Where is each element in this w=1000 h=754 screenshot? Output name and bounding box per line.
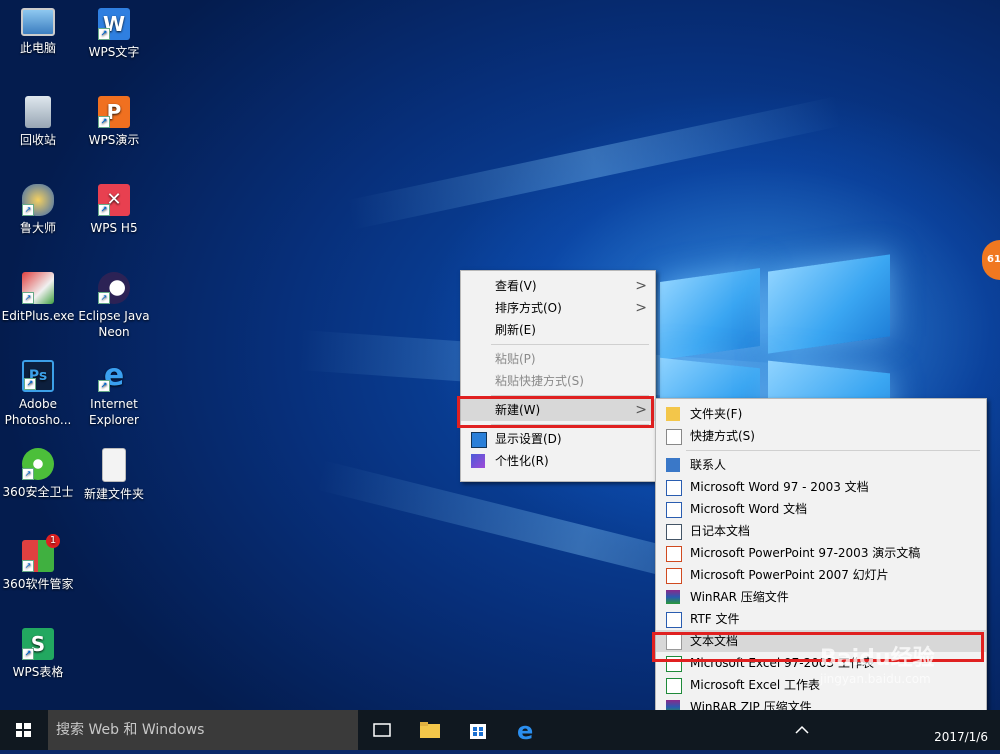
- file-explorer-icon: [420, 722, 440, 738]
- desktop-icon-internet-explorer[interactable]: e ↗ Internet Explorer: [74, 360, 154, 428]
- light-beam: [346, 96, 843, 230]
- internet-explorer-icon: e ↗: [98, 360, 130, 392]
- contact-icon: [666, 458, 680, 472]
- excel-icon: [666, 678, 682, 694]
- editplus-icon: ↗: [22, 272, 54, 304]
- task-view-icon: [373, 723, 391, 737]
- submenu-item-folder[interactable]: 文件夹(F): [656, 403, 986, 425]
- badge: 1: [46, 534, 60, 548]
- wps-spreadsheet-icon: S ↗: [22, 628, 54, 660]
- chevron-right-icon: >: [635, 278, 647, 294]
- display-settings-icon: [471, 432, 487, 448]
- desktop-icon-360-security[interactable]: ↗ 360安全卫士: [0, 448, 78, 500]
- highlight-box-new: [457, 396, 654, 428]
- menu-item-refresh[interactable]: 刷新(E): [461, 319, 655, 341]
- journal-icon: [666, 524, 682, 540]
- start-button[interactable]: [0, 710, 46, 750]
- chevron-right-icon: >: [635, 300, 647, 316]
- powerpoint-icon: [666, 546, 682, 562]
- submenu-item-word-97-2003[interactable]: Microsoft Word 97 - 2003 文档: [656, 476, 986, 498]
- desktop-icon-new-folder[interactable]: 新建文件夹: [74, 448, 154, 502]
- photoshop-icon: Ps ↗: [22, 360, 54, 392]
- menu-item-personalize[interactable]: 个性化(R): [461, 450, 655, 472]
- taskbar-date[interactable]: 2017/1/6: [934, 730, 988, 744]
- desktop-icon-editplus[interactable]: ↗ EditPlus.exe: [0, 272, 78, 324]
- submenu-item-powerpoint-97-2003[interactable]: Microsoft PowerPoint 97-2003 演示文稿: [656, 542, 986, 564]
- menu-item-view[interactable]: 查看(V) >: [461, 275, 655, 297]
- submenu-item-rtf[interactable]: RTF 文件: [656, 608, 986, 630]
- store-icon: [470, 724, 486, 739]
- powerpoint-icon: [666, 568, 682, 584]
- task-view-button[interactable]: [370, 718, 394, 742]
- file-explorer-button[interactable]: [418, 718, 442, 742]
- folder-icon: [666, 407, 680, 421]
- submenu-item-shortcut[interactable]: 快捷方式(S): [656, 425, 986, 447]
- wps-writer-icon: W ↗: [98, 8, 130, 40]
- folder-icon: [102, 448, 126, 482]
- wps-h5-icon: ✕ ↗: [98, 184, 130, 216]
- menu-separator: [686, 450, 980, 451]
- desktop-context-menu: 查看(V) > 排序方式(O) > 刷新(E) 粘贴(P) 粘贴快捷方式(S) 新建…: [460, 270, 656, 482]
- store-button[interactable]: [466, 718, 490, 742]
- ludashi-icon: ↗: [22, 184, 54, 216]
- rtf-icon: [666, 612, 682, 628]
- recycle-bin-icon: [25, 96, 51, 128]
- desktop-icon-photoshop[interactable]: Ps ↗ Adobe Photosho...: [0, 360, 78, 428]
- word-icon: [666, 480, 682, 496]
- chevron-up-icon: [795, 725, 809, 734]
- baidu-watermark-url: jingyan.baidu.com: [820, 672, 931, 686]
- edge-icon: e: [517, 717, 533, 745]
- svg-text:e: e: [517, 718, 533, 742]
- submenu-item-winrar[interactable]: WinRAR 压缩文件: [656, 586, 986, 608]
- submenu-item-word[interactable]: Microsoft Word 文档: [656, 498, 986, 520]
- taskbar: 搜索 Web 和 Windows e 2017/1/6: [0, 710, 1000, 750]
- wps-presentation-icon: P ↗: [98, 96, 130, 128]
- baidu-watermark: Baidu经验: [820, 646, 935, 671]
- desktop-icon-wps-presentation[interactable]: P ↗ WPS演示: [74, 96, 154, 148]
- desktop-icon-recycle-bin[interactable]: 回收站: [0, 96, 78, 148]
- winrar-icon: [666, 590, 680, 604]
- computer-icon: [21, 8, 55, 36]
- desktop-icon-eclipse[interactable]: ↗ Eclipse Java Neon: [74, 272, 154, 340]
- menu-item-sort-by[interactable]: 排序方式(O) >: [461, 297, 655, 319]
- 360-software-icon: 1 ↗: [22, 534, 60, 572]
- tray-chevron[interactable]: [790, 718, 814, 742]
- desktop-icon-this-pc[interactable]: 此电脑: [0, 8, 78, 56]
- desktop-icon-wps-writer[interactable]: W ↗ WPS文字: [74, 8, 154, 60]
- submenu-item-powerpoint-2007[interactable]: Microsoft PowerPoint 2007 幻灯片: [656, 564, 986, 586]
- menu-item-paste[interactable]: 粘贴(P): [461, 348, 655, 370]
- search-box[interactable]: 搜索 Web 和 Windows: [48, 710, 358, 750]
- eclipse-icon: ↗: [98, 272, 130, 304]
- desktop-icon-wps-h5[interactable]: ✕ ↗ WPS H5: [74, 184, 154, 236]
- word-icon: [666, 502, 682, 518]
- menu-separator: [491, 344, 649, 345]
- desktop-icon-ludashi[interactable]: ↗ 鲁大师: [0, 184, 78, 236]
- submenu-item-journal[interactable]: 日记本文档: [656, 520, 986, 542]
- menu-item-paste-shortcut[interactable]: 粘贴快捷方式(S): [461, 370, 655, 392]
- shortcut-icon: [666, 429, 682, 445]
- menu-item-display-settings[interactable]: 显示设置(D): [461, 428, 655, 450]
- personalize-icon: [471, 454, 485, 468]
- 360-security-icon: ↗: [22, 448, 54, 480]
- edge-button[interactable]: e: [514, 717, 538, 745]
- windows-start-icon: [16, 723, 31, 737]
- desktop-icon-wps-spreadsheet[interactable]: S ↗ WPS表格: [0, 628, 78, 680]
- desktop-icon-360-software[interactable]: 1 ↗ 360软件管家: [0, 534, 78, 592]
- submenu-item-contact[interactable]: 联系人: [656, 454, 986, 476]
